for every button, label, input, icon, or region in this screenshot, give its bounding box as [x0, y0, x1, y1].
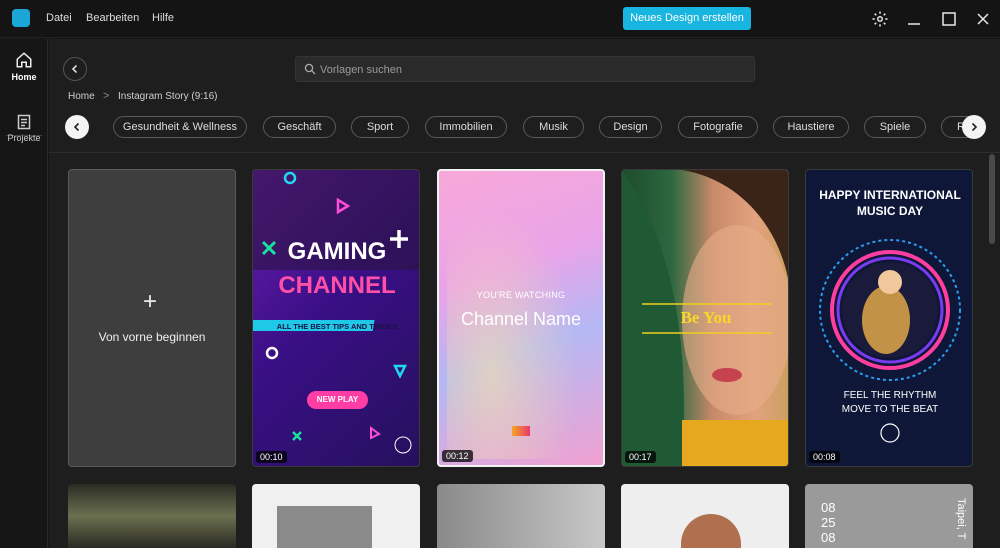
back-button[interactable] [63, 57, 87, 81]
sidebar-item-projekte[interactable]: Projekte [0, 114, 48, 143]
music-subtitle: FEEL THE RHYTHM MOVE TO THE BEAT [841, 390, 939, 415]
menu-edit[interactable]: Bearbeiten [86, 12, 139, 24]
duration-badge: 00:10 [256, 451, 287, 463]
search-input[interactable]: Vorlagen suchen [295, 56, 755, 82]
template-card[interactable]: Be You 00:17 [621, 169, 789, 467]
category-pill[interactable]: Fotografie [678, 116, 758, 138]
gaming-artwork [253, 170, 419, 454]
template-card[interactable] [437, 484, 605, 548]
title-bar: Datei Bearbeiten Hilfe Neues Design erst… [0, 0, 1000, 38]
calendar-text: 08 25 08 [821, 500, 836, 545]
app-logo [12, 9, 30, 27]
template-card[interactable]: YOU'RE WATCHING Channel Name 00:12 [437, 169, 605, 467]
scrollbar[interactable] [989, 154, 995, 244]
close-icon[interactable] [974, 10, 992, 28]
channel-title: Channel Name [460, 309, 582, 329]
home-icon [16, 52, 32, 68]
maximize-icon[interactable] [940, 10, 958, 28]
sidebar-item-label: Projekte [7, 133, 41, 143]
chevron-right-icon [971, 122, 978, 132]
minimize-icon[interactable] [905, 10, 923, 28]
section-divider [49, 152, 1000, 153]
menu-file[interactable]: Datei [46, 12, 72, 24]
category-pill[interactable]: Sport [351, 116, 409, 138]
main-content: Vorlagen suchen Home > Instagram Story (… [49, 39, 1000, 548]
category-pill[interactable]: Design [599, 116, 662, 138]
sidebar-item-label: Home [11, 72, 37, 82]
template-card[interactable]: 08 25 08 Taipei, T [805, 484, 973, 548]
template-logo [512, 426, 530, 436]
search-icon [304, 63, 316, 75]
category-pill[interactable]: Musik [523, 116, 584, 138]
category-pill[interactable]: Gesundheit & Wellness [113, 116, 247, 138]
plus-icon: + [143, 288, 158, 315]
breadcrumb-current: Instagram Story (9:16) [118, 91, 218, 102]
breadcrumb-home[interactable]: Home [68, 91, 95, 102]
city-text: Taipei, T [955, 498, 967, 540]
category-next-button[interactable] [962, 115, 986, 139]
settings-icon[interactable] [871, 10, 889, 28]
duration-badge: 00:08 [809, 451, 840, 463]
new-design-button[interactable]: Neues Design erstellen [623, 7, 751, 30]
gaming-banner: ALL THE BEST TIPS AND TRICKS [276, 322, 398, 331]
blank-design-label: Von vorne beginnen [98, 330, 206, 344]
category-pill[interactable]: Haustiere [773, 116, 849, 138]
template-card[interactable]: GAMING CHANNEL ALL THE BEST TIPS AND TRI… [252, 169, 420, 467]
template-card[interactable]: HAPPY INTERNATIONAL MUSIC DAY FEEL THE R… [805, 169, 973, 467]
template-card[interactable] [252, 484, 420, 548]
duration-badge: 00:17 [625, 451, 656, 463]
category-bar: Gesundheit & Wellness Geschäft Sport Imm… [49, 111, 1000, 141]
category-pill[interactable]: Spiele [864, 116, 926, 138]
sidebar: Home Projekte [0, 39, 48, 548]
template-card[interactable] [68, 484, 236, 548]
breadcrumb-separator: > [103, 90, 110, 102]
music-title: HAPPY INTERNATIONAL MUSIC DAY [819, 188, 961, 218]
gaming-title: GAMING [287, 238, 387, 265]
app-window: { "menu": {"file": "Datei", "edit": "Bea… [0, 0, 1000, 548]
search-placeholder: Vorlagen suchen [320, 64, 402, 76]
gaming-subtitle: CHANNEL [278, 272, 396, 299]
template-card[interactable] [621, 484, 789, 548]
category-pill[interactable]: Immobilien [425, 116, 507, 138]
template-photo [277, 506, 372, 548]
duration-badge: 00:12 [442, 450, 473, 462]
chevron-left-icon [73, 122, 80, 132]
category-prev-button[interactable] [65, 115, 89, 139]
chevron-left-icon [71, 64, 78, 74]
template-photo [681, 514, 741, 548]
category-pill[interactable]: Geschäft [263, 116, 336, 138]
menu-help[interactable]: Hilfe [152, 12, 174, 24]
be-you-title: Be You [680, 308, 732, 327]
gaming-play-button: NEW PLAY [307, 391, 368, 409]
channel-kicker: YOU'RE WATCHING [476, 290, 566, 300]
sidebar-item-home[interactable]: Home [0, 51, 48, 82]
blank-design-card[interactable]: + Von vorne beginnen [68, 169, 236, 467]
document-icon [17, 114, 31, 130]
